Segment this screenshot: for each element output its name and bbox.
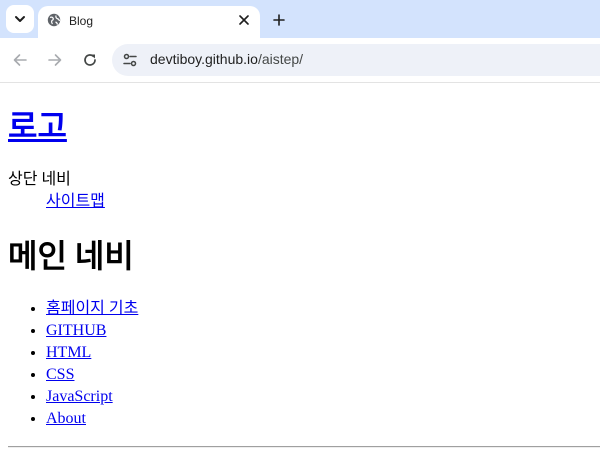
sitemap-link[interactable]: 사이트맵 [46,193,105,210]
tab-title: Blog [69,14,94,28]
horizontal-divider [8,446,600,448]
plus-icon [273,14,285,26]
main-nav-item: GITHUB [46,320,138,342]
page-content: 로고 상단 네비 사이트맵 메인 네비 홈페이지 기초 GITHUB HTML … [0,84,600,459]
tab-close-button[interactable] [236,12,252,28]
nav-link-github[interactable]: GITHUB [46,322,106,339]
globe-icon [47,13,61,27]
arrow-right-icon [48,54,62,66]
tab-strip: Blog [0,0,600,38]
top-nav-label: 상단 네비 [8,171,71,188]
chevron-down-icon [15,16,25,22]
main-nav-item: CSS [46,364,138,386]
url-text[interactable]: devtiboy.github.io/aistep/ [150,51,303,67]
close-icon [239,15,249,25]
url-host: devtiboy.github.io [150,51,258,67]
nav-link-about[interactable]: About [46,410,86,427]
new-tab-button[interactable] [268,9,290,31]
site-logo: 로고 [8,106,67,146]
top-nav: 사이트맵 [46,192,105,212]
forward-button[interactable] [43,48,67,72]
back-button[interactable] [8,48,32,72]
tune-icon [123,53,137,67]
arrow-left-icon [13,54,27,66]
reload-button[interactable] [78,48,102,72]
browser-tab[interactable]: Blog [38,6,260,38]
nav-link-javascript[interactable]: JavaScript [46,388,113,405]
nav-link-html[interactable]: HTML [46,344,91,361]
url-path: /aistep/ [257,51,304,67]
site-info-button[interactable] [120,50,140,70]
address-bar[interactable]: devtiboy.github.io/aistep/ [112,44,600,76]
browser-toolbar: devtiboy.github.io/aistep/ [0,38,600,83]
main-nav-item: About [46,408,138,430]
nav-link-homepage-basics[interactable]: 홈페이지 기초 [46,300,138,317]
main-nav-title: 메인 네비 [8,238,134,274]
logo-link[interactable]: 로고 [8,108,67,144]
main-nav-item: 홈페이지 기초 [46,298,138,320]
main-nav-item: HTML [46,342,138,364]
tab-search-button[interactable] [6,5,34,33]
main-nav-item: JavaScript [46,386,138,408]
nav-link-css[interactable]: CSS [46,366,74,383]
main-nav-list: 홈페이지 기초 GITHUB HTML CSS JavaScript About [8,298,138,430]
reload-icon [84,54,96,66]
